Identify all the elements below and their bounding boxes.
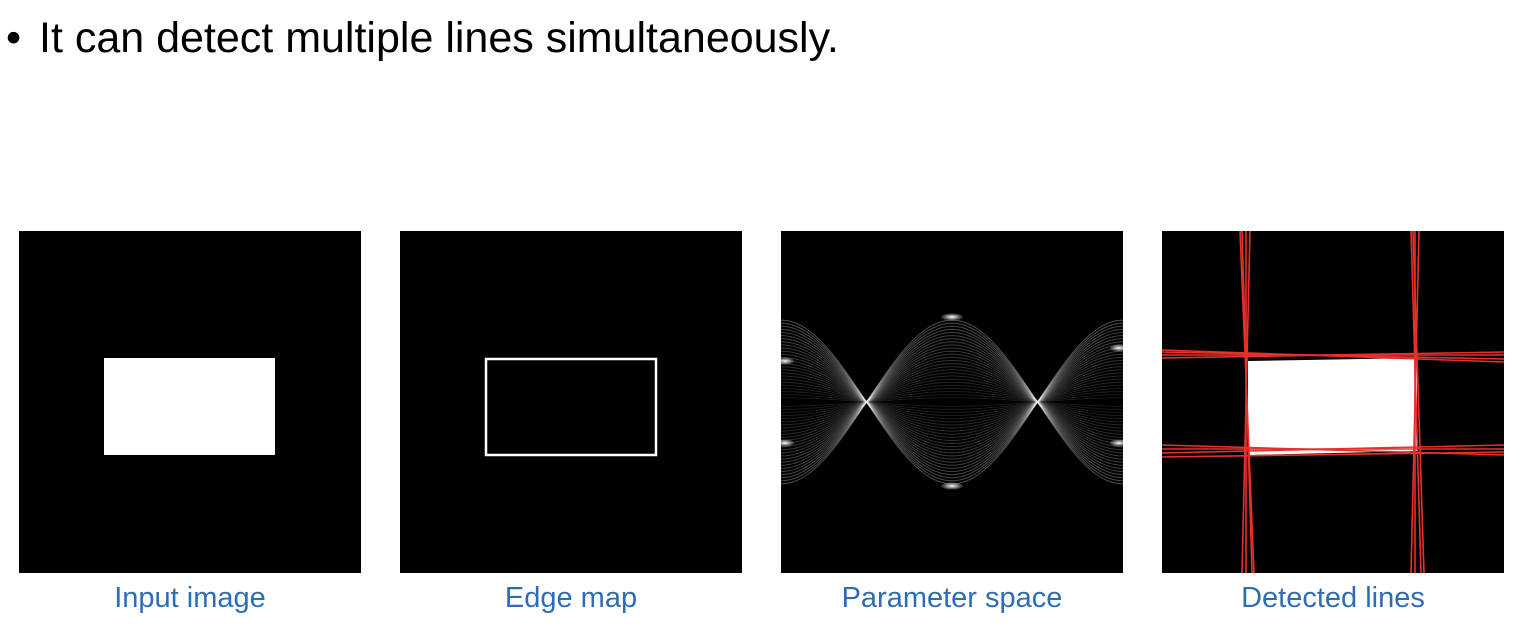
input-image-caption: Input image bbox=[114, 582, 266, 614]
bullet-point: • It can detect multiple lines simultane… bbox=[6, 8, 839, 68]
input-image bbox=[19, 231, 361, 573]
detected-lines bbox=[1162, 231, 1504, 573]
white-rectangle bbox=[104, 358, 275, 455]
edge-map-panel bbox=[400, 231, 742, 573]
parameter-space-panel bbox=[781, 231, 1123, 573]
edge-map bbox=[400, 231, 742, 573]
white-rectangle bbox=[1248, 358, 1417, 455]
edge-map-caption: Edge map bbox=[504, 582, 638, 614]
bullet-text: It can detect multiple lines simultaneou… bbox=[39, 13, 839, 62]
detected-lines-panel bbox=[1162, 231, 1504, 573]
bullet-marker: • bbox=[6, 13, 22, 62]
parameter-space-caption: Parameter space bbox=[841, 582, 1063, 614]
detected-lines-caption: Detected lines bbox=[1241, 582, 1425, 614]
parameter-space bbox=[781, 231, 1123, 573]
input-image-panel bbox=[19, 231, 361, 573]
